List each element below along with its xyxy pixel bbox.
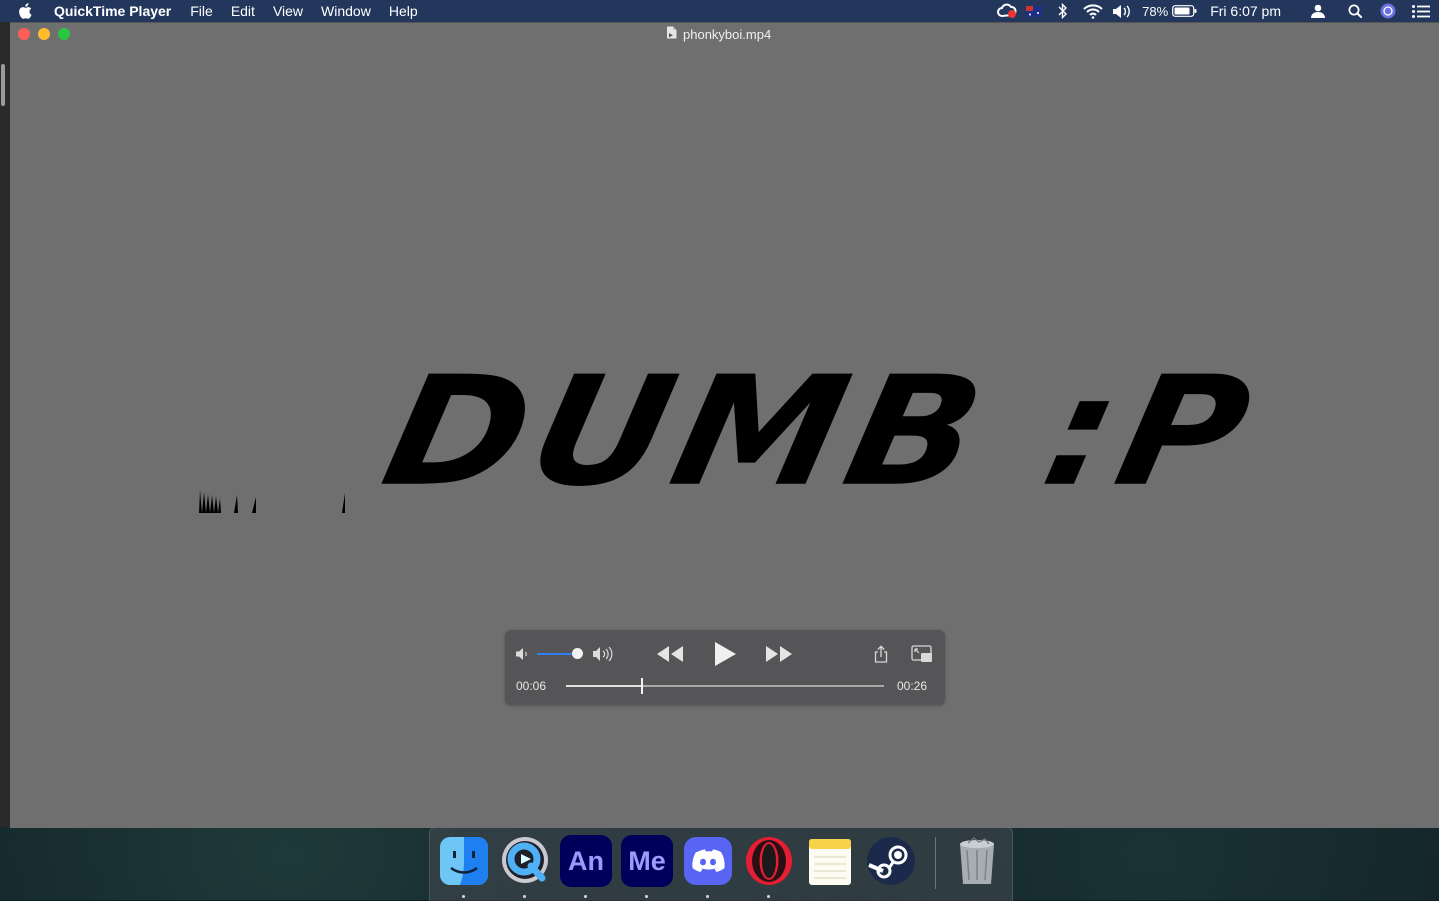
rewind-button[interactable]	[655, 642, 685, 666]
battery-percent: 78%	[1142, 3, 1169, 19]
playback-controls: 00:06 00:26	[505, 630, 945, 705]
menu-help[interactable]: Help	[380, 0, 427, 22]
media-encoder-label: Me	[621, 835, 673, 887]
timeline-scrubber[interactable]	[566, 678, 884, 694]
fast-forward-button[interactable]	[764, 642, 794, 666]
dock-separator	[935, 837, 936, 889]
timeline-progress	[566, 685, 643, 687]
animate-icon[interactable]: An	[560, 835, 612, 887]
running-indicator	[462, 895, 465, 898]
flag-icon[interactable]	[1020, 0, 1048, 22]
current-time: 00:06	[516, 679, 547, 693]
minimize-button[interactable]	[38, 28, 50, 40]
animate-label: An	[560, 835, 612, 887]
clock[interactable]: Fri 6:07 pm	[1210, 3, 1281, 19]
close-button[interactable]	[18, 28, 30, 40]
menu-app-name[interactable]: QuickTime Player	[54, 0, 181, 22]
spotlight-icon[interactable]	[1337, 0, 1373, 22]
media-encoder-icon[interactable]: Me	[621, 835, 673, 887]
picture-in-picture-button[interactable]	[910, 644, 934, 664]
volume-level	[537, 653, 577, 655]
menu-window[interactable]: Window	[312, 0, 380, 22]
battery-icon[interactable]	[1168, 0, 1200, 22]
window-titlebar[interactable]: phonkyboi.mp4	[10, 23, 1439, 45]
running-indicator	[706, 895, 709, 898]
running-indicator	[645, 895, 648, 898]
notification-center-icon[interactable]	[1403, 0, 1439, 22]
volume-knob[interactable]	[571, 648, 583, 659]
status-area: 78% Fri 6:07 pm	[994, 0, 1439, 22]
share-button[interactable]	[871, 643, 891, 665]
background-window-edge	[0, 22, 10, 827]
menu-file[interactable]: File	[181, 0, 222, 22]
brush-stroke-graphic	[199, 490, 345, 513]
volume-slider[interactable]	[537, 648, 583, 659]
menu-edit[interactable]: Edit	[222, 0, 264, 22]
bluetooth-icon[interactable]	[1048, 0, 1078, 22]
document-icon	[666, 26, 677, 42]
dock: An Me	[429, 827, 1013, 901]
opera-icon[interactable]	[743, 835, 795, 887]
discord-icon[interactable]	[682, 835, 734, 887]
quicktime-window: phonkyboi.mp4 DUMB :P 00:06 00:26	[10, 22, 1439, 828]
trash-icon[interactable]	[951, 835, 1003, 887]
creative-cloud-icon[interactable]	[994, 0, 1020, 22]
volume-mute-icon[interactable]	[514, 645, 532, 663]
finder-icon[interactable]	[438, 835, 490, 887]
running-indicator	[584, 895, 587, 898]
window-title-text: phonkyboi.mp4	[683, 26, 772, 42]
play-button[interactable]	[710, 639, 740, 669]
user-icon[interactable]	[1299, 0, 1337, 22]
duration: 00:26	[897, 679, 928, 693]
wifi-icon[interactable]	[1078, 0, 1108, 22]
window-title: phonkyboi.mp4	[666, 26, 771, 42]
volume-max-icon[interactable]	[591, 644, 615, 664]
menu-bar: QuickTime Player File Edit View Window H…	[0, 0, 1439, 22]
running-indicator	[523, 895, 526, 898]
volume-icon[interactable]	[1108, 0, 1136, 22]
playhead[interactable]	[641, 678, 644, 694]
steam-icon[interactable]	[865, 835, 917, 887]
menu-view[interactable]: View	[264, 0, 312, 22]
running-indicator	[767, 895, 770, 898]
apple-menu-icon[interactable]	[18, 0, 36, 22]
quicktime-icon[interactable]	[499, 835, 551, 887]
video-overlay-text: DUMB :P	[370, 343, 1270, 520]
fullscreen-button[interactable]	[58, 28, 70, 40]
notes-icon[interactable]	[804, 835, 856, 887]
siri-icon[interactable]	[1373, 0, 1403, 22]
